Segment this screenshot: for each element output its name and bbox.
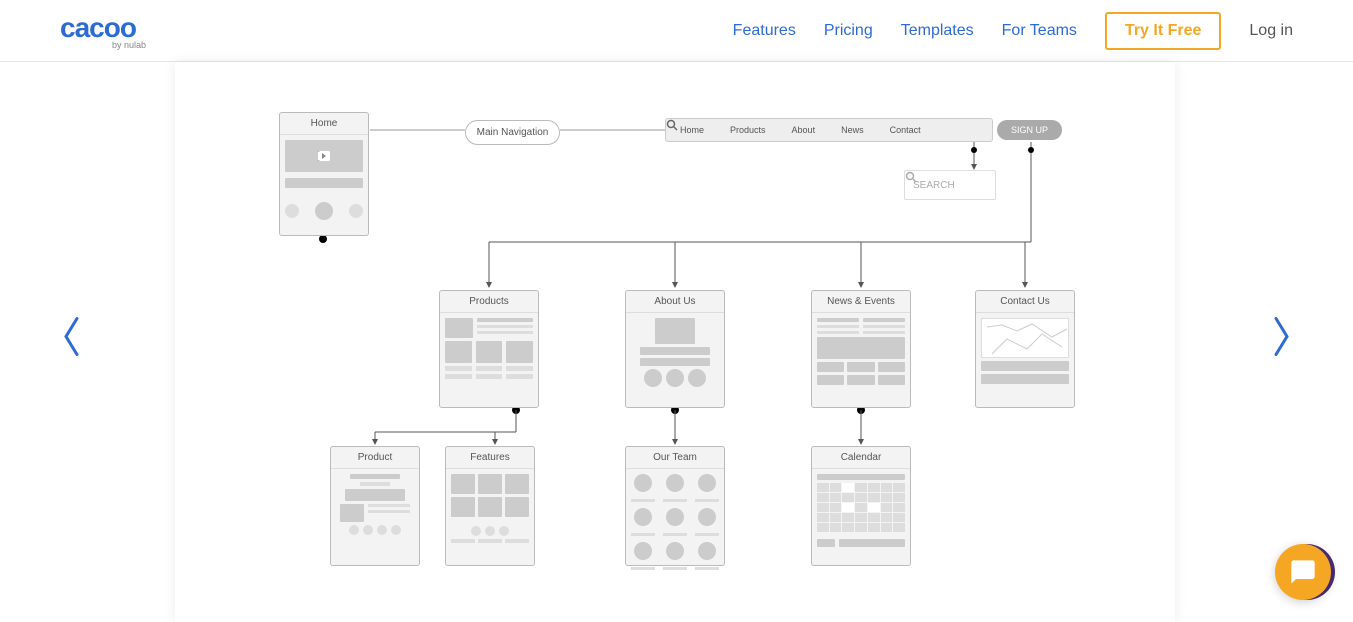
chat-icon [1289,558,1317,586]
nav-pricing[interactable]: Pricing [824,22,873,40]
wireframe-calendar: Calendar [811,446,911,566]
card-title: Our Team [626,447,724,469]
card-title: Products [440,291,538,313]
card-title: Product [331,447,419,469]
main-nav: Features Pricing Templates For Teams Try… [733,12,1293,50]
logo[interactable]: cacoo by nulab [60,12,146,50]
wireframe-signup-button: SIGN UP [997,120,1062,140]
card-title: Contact Us [976,291,1074,313]
wireframe-features: Features [445,446,535,566]
card-title: Features [446,447,534,469]
navbar-item: Products [730,125,766,135]
try-free-button[interactable]: Try It Free [1105,12,1221,50]
wireframe-main-nav-pill: Main Navigation [465,120,560,145]
logo-subtitle: by nulab [112,40,146,50]
wireframe-news-events: News & Events [811,290,911,408]
chevron-right-icon [1271,317,1291,357]
carousel-stage: Home Main Nav [0,62,1353,622]
card-title: Home [280,113,368,135]
search-icon [905,171,917,183]
page-header: cacoo by nulab Features Pricing Template… [0,0,1353,62]
navbar-item: Contact [890,125,921,135]
navbar-item: About [792,125,816,135]
chat-widget-button[interactable] [1275,544,1331,600]
wireframe-contact-us: Contact Us [975,290,1075,408]
login-link[interactable]: Log in [1249,22,1293,40]
search-placeholder: SEARCH [913,180,955,191]
nav-features[interactable]: Features [733,22,796,40]
wireframe-products: Products [439,290,539,408]
wireframe-home: Home [279,112,369,236]
chevron-left-icon [62,317,82,357]
card-title: News & Events [812,291,910,313]
carousel-prev-button[interactable] [62,317,82,368]
nav-templates[interactable]: Templates [901,22,974,40]
card-title: Calendar [812,447,910,469]
navbar-item: News [841,125,864,135]
wireframe-search-box: SEARCH [904,170,996,200]
template-preview: Home Main Nav [175,62,1175,622]
wireframe-product: Product [330,446,420,566]
wireframe-navbar: Home Products About News Contact [665,118,993,142]
card-title: About Us [626,291,724,313]
navbar-item: Home [680,125,704,135]
wireframe-about-us: About Us [625,290,725,408]
wireframe-our-team: Our Team [625,446,725,566]
carousel-next-button[interactable] [1271,317,1291,368]
nav-for-teams[interactable]: For Teams [1002,22,1077,40]
